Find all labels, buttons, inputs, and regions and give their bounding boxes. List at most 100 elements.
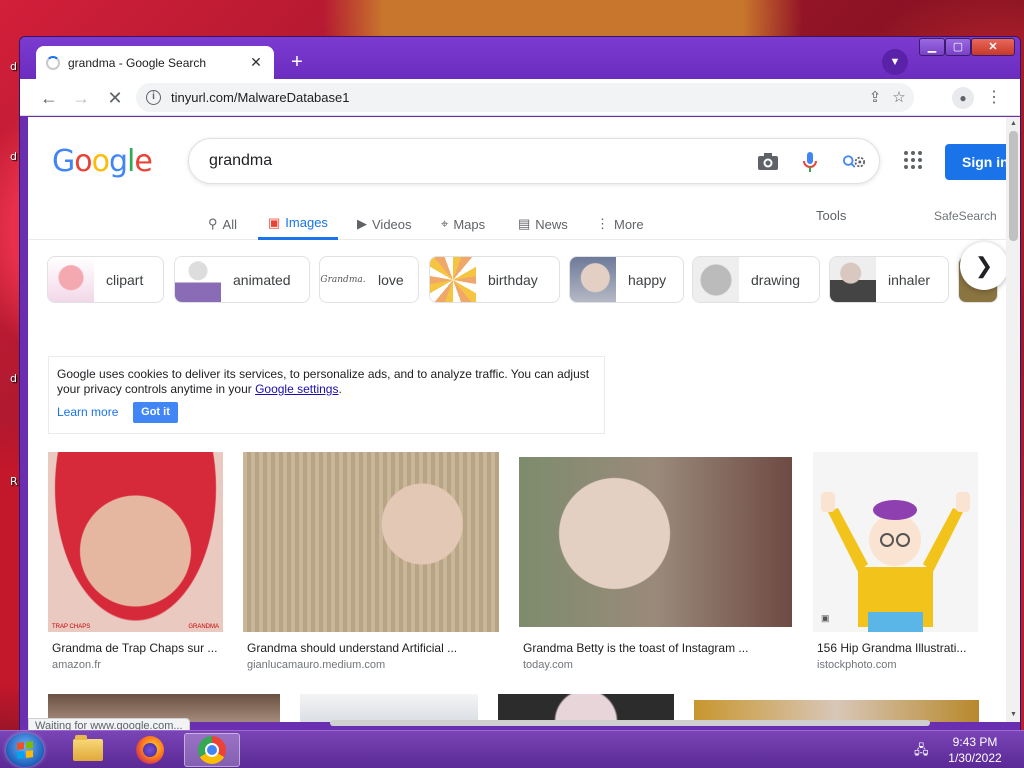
horizontal-scrollbar[interactable] bbox=[330, 720, 930, 726]
chip-thumbnail bbox=[693, 257, 739, 302]
image-result[interactable] bbox=[694, 700, 979, 722]
result-thumbnail[interactable] bbox=[519, 457, 792, 627]
tab-videos[interactable]: ▶ Videos bbox=[357, 208, 412, 240]
scroll-up-arrow[interactable]: ▲ bbox=[1006, 117, 1020, 131]
result-source[interactable]: istockphoto.com bbox=[817, 659, 896, 671]
tab-maps[interactable]: ⌖ Maps bbox=[441, 208, 485, 240]
chip-love[interactable]: Grandma. love bbox=[319, 256, 419, 303]
chip-animated[interactable]: animated bbox=[174, 256, 310, 303]
image-icon: ▣ bbox=[268, 214, 281, 230]
search-icon[interactable] bbox=[841, 149, 867, 175]
image-result[interactable] bbox=[498, 694, 674, 722]
video-icon: ▶ bbox=[357, 216, 367, 231]
apps-grid-icon[interactable] bbox=[902, 149, 924, 171]
windows-logo-icon bbox=[17, 741, 33, 759]
learn-more-link[interactable]: Learn more bbox=[57, 405, 118, 420]
url-text[interactable]: tinyurl.com/MalwareDatabase1 bbox=[171, 90, 349, 105]
result-source[interactable]: amazon.fr bbox=[52, 659, 101, 671]
google-logo[interactable]: Google bbox=[52, 144, 153, 179]
browser-menu-button[interactable]: ⋮ bbox=[984, 85, 1004, 111]
address-bar[interactable]: i tinyurl.com/MalwareDatabase1 ⇪ ☆ bbox=[136, 83, 914, 112]
image-result[interactable]: TRAP CHAPS GRANDMA Grandma de Trap Chaps… bbox=[48, 452, 223, 672]
result-thumbnail[interactable]: ▣ bbox=[813, 452, 978, 632]
result-source[interactable]: gianlucamauro.medium.com bbox=[247, 659, 385, 671]
image-result[interactable]: Grandma should understand Artificial ...… bbox=[243, 452, 499, 672]
new-tab-button[interactable]: + bbox=[285, 51, 309, 75]
tab-title: grandma - Google Search bbox=[68, 55, 207, 70]
scroll-down-arrow[interactable]: ▼ bbox=[1006, 708, 1020, 722]
stop-loading-button[interactable]: ✕ bbox=[102, 85, 128, 111]
taskbar: 🖧 9:43 PM 1/30/2022 bbox=[0, 730, 1024, 768]
loading-spinner-icon bbox=[46, 55, 60, 70]
chip-clipart[interactable]: clipart bbox=[47, 256, 164, 303]
firefox-icon bbox=[136, 736, 164, 764]
start-button[interactable] bbox=[6, 733, 44, 767]
image-result[interactable]: Grandma Betty is the toast of Instagram … bbox=[519, 457, 792, 672]
search-input[interactable]: grandma bbox=[188, 138, 880, 184]
title-bar: grandma - Google Search ✕ + ▼ ▁ ▢ ✕ bbox=[20, 37, 1020, 79]
chip-inhaler[interactable]: inhaler bbox=[829, 256, 949, 303]
result-title[interactable]: 156 Hip Grandma Illustrati... bbox=[817, 641, 966, 655]
site-info-icon[interactable]: i bbox=[146, 90, 161, 105]
tab-close-button[interactable]: ✕ bbox=[248, 54, 264, 71]
chip-happy[interactable]: happy bbox=[569, 256, 684, 303]
browser-toolbar: ← → ✕ i tinyurl.com/MalwareDatabase1 ⇪ ☆… bbox=[20, 79, 1020, 116]
map-pin-icon: ⌖ bbox=[441, 216, 449, 231]
result-title[interactable]: Grandma de Trap Chaps sur ... bbox=[52, 641, 217, 655]
back-button[interactable]: ← bbox=[36, 85, 62, 111]
tab-images[interactable]: ▣ Images bbox=[258, 208, 338, 240]
chip-thumbnail bbox=[430, 257, 476, 302]
desktop-icon-fragment: d bbox=[10, 372, 17, 385]
chip-thumbnail bbox=[48, 257, 94, 302]
chevron-down-icon: ▼ bbox=[889, 56, 901, 68]
taskbar-chrome-button[interactable] bbox=[184, 733, 240, 767]
minimize-button[interactable]: ▁ bbox=[919, 38, 945, 56]
desktop-icon-fragment: d bbox=[10, 150, 17, 163]
desktop-icon-fragment: d bbox=[10, 60, 17, 73]
bookmark-star-icon[interactable]: ☆ bbox=[888, 83, 910, 112]
share-icon[interactable]: ⇪ bbox=[864, 83, 886, 112]
close-window-button[interactable]: ✕ bbox=[971, 38, 1015, 56]
image-badge-icon: ▣ bbox=[821, 613, 830, 623]
browser-tab[interactable]: grandma - Google Search ✕ bbox=[36, 46, 274, 79]
tab-more[interactable]: ⋮ More bbox=[596, 208, 644, 240]
search-query[interactable]: grandma bbox=[209, 152, 272, 170]
safesearch-button[interactable]: SafeSearch bbox=[934, 209, 997, 223]
microphone-icon[interactable] bbox=[797, 149, 823, 175]
camera-icon[interactable] bbox=[755, 149, 781, 175]
network-icon[interactable]: 🖧 bbox=[914, 741, 932, 757]
image-result[interactable]: ▣ 156 Hip Grandma Illustrati... istockph… bbox=[813, 452, 978, 672]
taskbar-firefox-button[interactable] bbox=[122, 733, 178, 767]
scrollbar-thumb[interactable] bbox=[1009, 131, 1018, 241]
google-settings-link[interactable]: Google settings bbox=[255, 382, 338, 396]
folder-icon bbox=[73, 735, 103, 761]
chip-thumbnail bbox=[175, 257, 221, 302]
result-thumbnail[interactable] bbox=[243, 452, 499, 632]
tab-search-button[interactable]: ▼ bbox=[882, 49, 908, 75]
chip-drawing[interactable]: drawing bbox=[692, 256, 820, 303]
result-title[interactable]: Grandma Betty is the toast of Instagram … bbox=[523, 641, 748, 655]
chip-thumbnail bbox=[570, 257, 616, 302]
search-icon: ⚲ bbox=[208, 216, 218, 231]
desktop-icon-fragment: R bbox=[10, 475, 18, 488]
more-vert-icon: ⋮ bbox=[596, 216, 609, 231]
taskbar-explorer-button[interactable] bbox=[60, 733, 116, 767]
forward-button[interactable]: → bbox=[68, 85, 94, 111]
got-it-button[interactable]: Got it bbox=[133, 402, 178, 423]
sign-in-button[interactable]: Sign in bbox=[945, 144, 1006, 180]
result-source[interactable]: today.com bbox=[523, 659, 573, 671]
system-clock[interactable]: 9:43 PM 1/30/2022 bbox=[940, 734, 1010, 766]
maximize-button[interactable]: ▢ bbox=[945, 38, 971, 56]
result-title[interactable]: Grandma should understand Artificial ... bbox=[247, 641, 457, 655]
person-icon: ● bbox=[959, 91, 967, 105]
image-result[interactable] bbox=[300, 694, 478, 722]
tab-all[interactable]: ⚲ All bbox=[208, 208, 237, 240]
tab-news[interactable]: ▤ News bbox=[518, 208, 568, 240]
chips-next-button[interactable]: ❯ bbox=[960, 242, 1006, 290]
tools-button[interactable]: Tools bbox=[816, 208, 846, 223]
chip-birthday[interactable]: birthday bbox=[429, 256, 560, 303]
search-type-tabs: ⚲ All ▣ Images ▶ Videos ⌖ Maps ▤ News ⋮ … bbox=[28, 200, 1006, 240]
profile-avatar[interactable]: ● bbox=[952, 87, 974, 109]
vertical-scrollbar[interactable]: ▲ ▼ bbox=[1006, 117, 1020, 722]
result-thumbnail[interactable]: TRAP CHAPS GRANDMA bbox=[48, 452, 223, 632]
